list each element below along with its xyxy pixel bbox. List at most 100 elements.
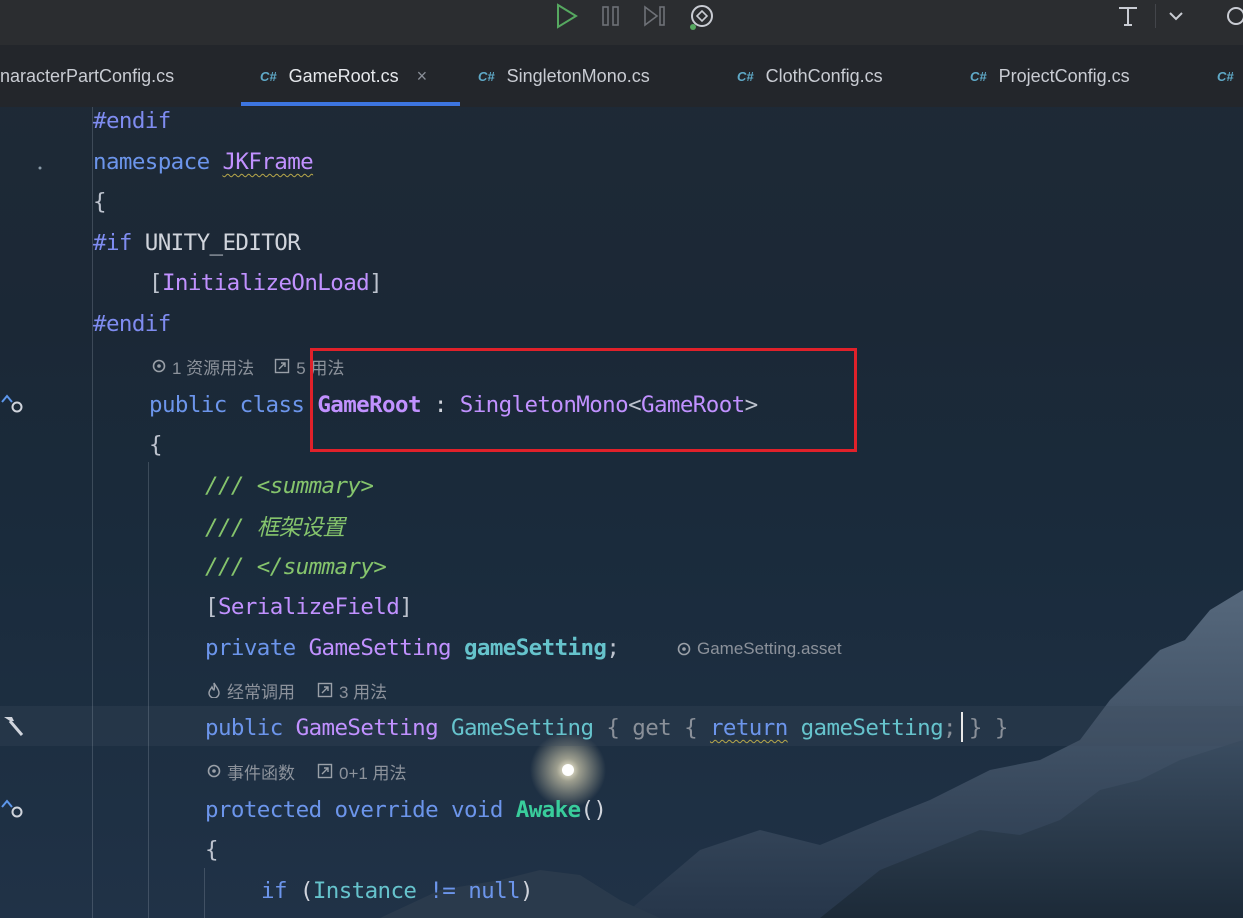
hammer-icon[interactable] <box>0 713 26 739</box>
property-reference: Instance <box>312 878 417 904</box>
brace: { <box>205 837 219 863</box>
tab-label: ProjectConfig.cs <box>998 65 1130 86</box>
tab-clothconfig[interactable]: C# ClothConfig.cs <box>737 45 883 107</box>
usages-label[interactable]: 0+1 用法 <box>339 759 407 784</box>
tab-singletonmono[interactable]: C# SingletonMono.cs <box>478 45 650 107</box>
preprocessor-directive: #endif <box>93 108 171 134</box>
active-tab-indicator <box>241 102 460 106</box>
code-line[interactable]: private GameSetting gameSetting; <box>205 628 620 668</box>
doc-comment: /// <box>205 473 257 499</box>
indent-guide <box>204 868 205 918</box>
keyword: public <box>205 715 283 741</box>
preprocessor-symbol: UNITY_EDITOR <box>131 230 301 256</box>
editor-background <box>0 0 1243 918</box>
tab-bar: naracterPartConfig.cs C# GameRoot.cs × C… <box>0 45 1243 107</box>
code-vision-hint[interactable]: 经常调用 3 用法 <box>207 675 387 705</box>
field-name: gameSetting <box>463 635 607 661</box>
keyword: namespace <box>93 149 210 175</box>
unity-debug-icon[interactable] <box>686 0 718 32</box>
keyword: null <box>468 878 520 904</box>
brace: { <box>593 715 633 741</box>
code-line[interactable]: protected override void Awake() <box>205 790 607 830</box>
code-line[interactable]: [SerializeField] <box>205 587 413 627</box>
code-line[interactable]: /// 框架设置 <box>205 506 345 546</box>
bracket: ] <box>399 594 413 620</box>
parenthesis: ( <box>286 878 314 904</box>
type-name: GameSetting <box>308 635 452 661</box>
code-line[interactable]: /// </summary> <box>205 547 387 587</box>
brace: ; } } <box>943 715 1008 741</box>
unity-asset-icon <box>152 359 166 373</box>
asset-reference-label[interactable]: GameSetting.asset <box>697 639 842 659</box>
step-icon[interactable] <box>640 0 670 32</box>
highlight-annotation-box <box>310 348 857 452</box>
tab-label: GameRoot.cs <box>288 65 399 86</box>
semicolon: ; <box>606 635 620 661</box>
close-icon[interactable]: × <box>417 66 428 87</box>
usages-icon <box>274 358 290 374</box>
code-line[interactable]: namespace JKFrame <box>93 142 314 182</box>
type-name: GameSetting <box>295 715 439 741</box>
override-gutter-icon[interactable] <box>0 795 26 821</box>
asset-reference-hint[interactable]: GameSetting.asset <box>677 634 842 664</box>
mountain-scenery <box>38 166 1243 918</box>
code-vision-hint[interactable]: 事件函数 0+1 用法 <box>207 756 407 786</box>
frequently-called-label[interactable]: 经常调用 <box>227 678 295 703</box>
operator: != <box>416 878 469 904</box>
tab-projectconfig[interactable]: C# ProjectConfig.cs <box>970 45 1130 107</box>
unity-event-icon <box>207 764 221 778</box>
keyword: class <box>239 392 305 418</box>
code-line[interactable]: /// <summary> <box>205 466 374 506</box>
code-line[interactable]: #endif <box>93 101 171 141</box>
code-line[interactable]: { <box>93 182 107 222</box>
brace: { <box>149 432 163 458</box>
keyword: void <box>451 797 503 823</box>
doc-comment-tag: <summary> <box>256 473 374 499</box>
keyword: override <box>334 797 439 823</box>
run-icon[interactable] <box>550 0 582 32</box>
doc-comment: /// <box>205 554 257 580</box>
code-line[interactable]: public GameSetting GameSetting { get { r… <box>205 708 1008 748</box>
toolbar-divider <box>1155 4 1156 28</box>
keyword: protected <box>205 797 322 823</box>
property-name: GameSetting <box>451 715 594 741</box>
event-function-label[interactable]: 事件函数 <box>227 759 295 784</box>
csharp-file-icon: C# <box>260 68 277 84</box>
method-name: Awake <box>515 797 581 823</box>
brace: { <box>93 189 107 215</box>
csharp-file-icon: C# <box>478 68 495 84</box>
text-tool-icon[interactable] <box>1114 0 1142 32</box>
tab-label: ClothConfig.cs <box>765 65 883 86</box>
namespace-name: JKFrame <box>222 149 314 175</box>
brace: { <box>671 715 710 741</box>
tab-characterpartconfig[interactable]: naracterPartConfig.cs <box>0 45 174 107</box>
code-line[interactable]: #if UNITY_EDITOR <box>93 223 301 263</box>
tab-gameroot[interactable]: C# GameRoot.cs × <box>260 45 427 107</box>
doc-comment-tag: </summary> <box>256 554 387 580</box>
code-line[interactable]: { <box>205 830 219 870</box>
parenthesis: ) <box>519 878 534 904</box>
bracket: ] <box>369 270 383 296</box>
asset-usages-label[interactable]: 1 资源用法 <box>172 354 254 379</box>
keyword: if <box>261 878 288 904</box>
keyword: return <box>709 715 788 741</box>
bracket: [ <box>205 594 219 620</box>
inheritor-gutter-icon[interactable] <box>0 390 26 416</box>
usages-label[interactable]: 3 用法 <box>339 678 387 703</box>
tab-overflow[interactable]: C# <box>1217 45 1243 107</box>
settings-icon[interactable] <box>1224 0 1243 32</box>
csharp-file-icon: C# <box>1217 68 1234 84</box>
keyword: public <box>149 392 227 418</box>
chevron-down-icon[interactable] <box>1164 0 1188 32</box>
pause-icon[interactable] <box>597 0 625 32</box>
csharp-file-icon: C# <box>737 68 754 84</box>
code-line[interactable]: if (Instance != null) <box>261 871 534 911</box>
code-line[interactable]: [InitializeOnLoad] <box>149 263 383 303</box>
code-line[interactable]: #endif <box>93 304 171 344</box>
tab-label: SingletonMono.cs <box>506 65 650 86</box>
usages-icon <box>317 763 333 779</box>
flame-icon <box>207 682 221 698</box>
code-line[interactable]: { <box>149 425 163 465</box>
indent-guide <box>148 462 149 918</box>
bracket: [ <box>149 270 163 296</box>
